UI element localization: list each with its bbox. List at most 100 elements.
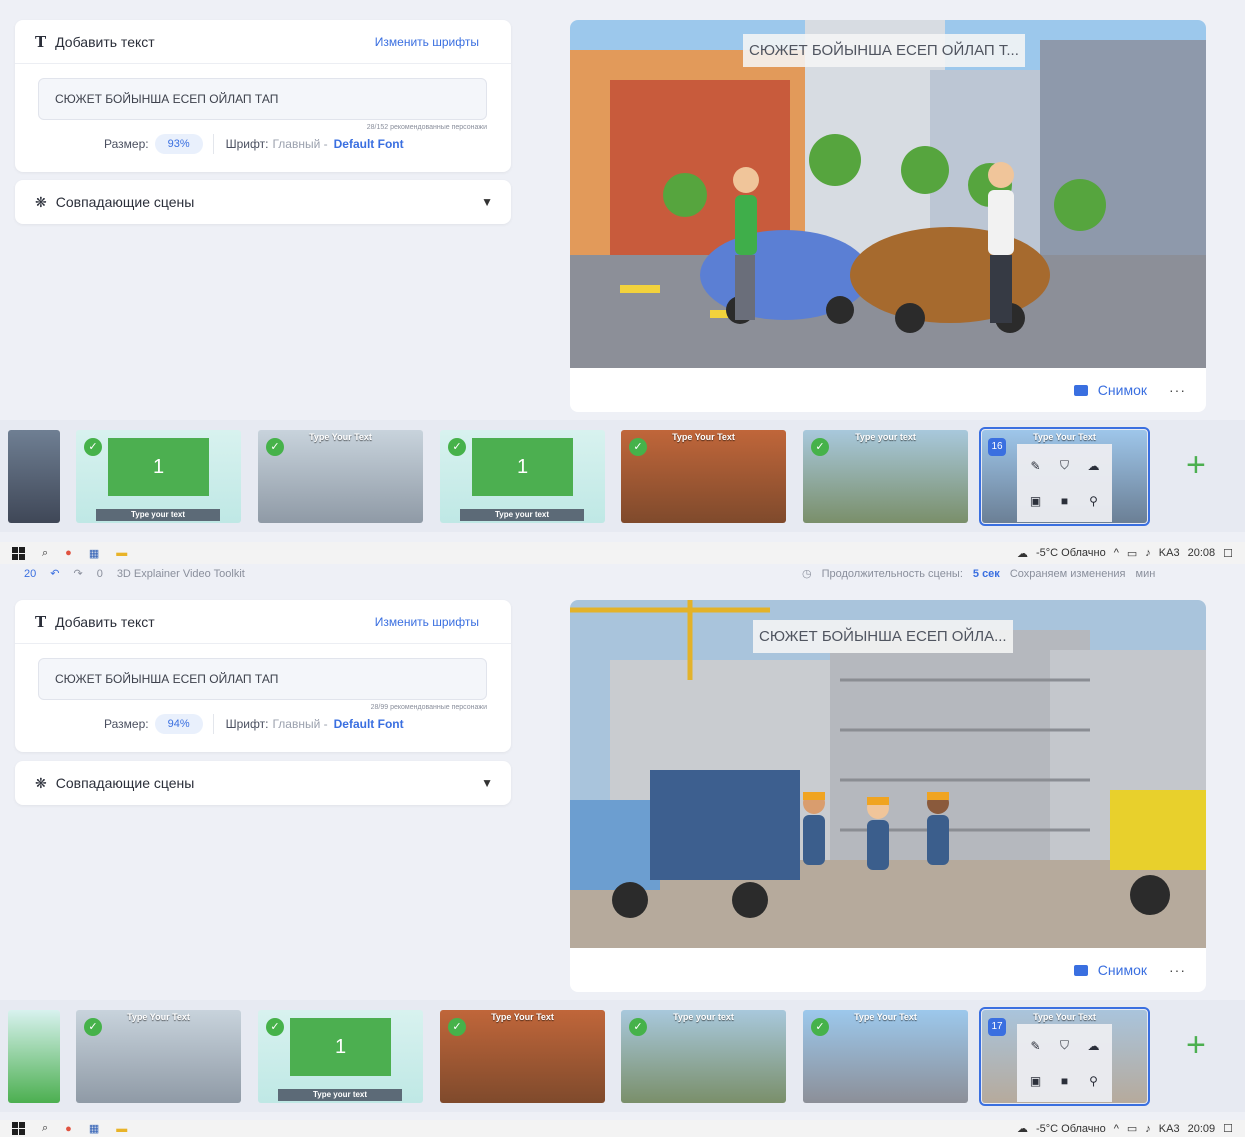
matching-scenes-toggle[interactable]: ❋ Совпадающие сцены ▼	[15, 761, 511, 805]
more-options-icon[interactable]: ···	[1169, 382, 1186, 398]
nvidia-icon[interactable]: ■	[1061, 1074, 1068, 1088]
folder-icon[interactable]: ▬	[116, 1123, 127, 1135]
scene-text-input[interactable]: СЮЖЕТ БОЙЫНША ЕСЕП ОЙЛАП ТАП	[38, 78, 487, 120]
search-icon[interactable]: ⌕	[42, 547, 48, 560]
chrome-icon[interactable]: ●	[65, 1123, 72, 1135]
more-options-icon[interactable]: ···	[1169, 962, 1186, 978]
size-value[interactable]: 94%	[154, 714, 203, 734]
scene-thumb-active[interactable]: Type Your Text 17 ✎ ⛉ ☁ ▣ ■ ⚲	[979, 1007, 1150, 1106]
scene-thumb[interactable]: Type Your Text ✓	[621, 430, 786, 523]
word-icon[interactable]: ▦	[89, 547, 99, 560]
matching-scenes-toggle[interactable]: ❋ Совпадающие сцены ▼	[15, 180, 511, 224]
clock-icon: ◷	[802, 568, 812, 580]
redo-icon[interactable]: ↷	[73, 567, 82, 580]
redo-count: 0	[96, 567, 103, 580]
cloud-icon[interactable]: ☁	[1088, 459, 1100, 473]
image-icon	[1073, 964, 1088, 976]
scene-timeline: 1 Type your text ✓ Type Your Text ✓ 1 Ty…	[0, 420, 1245, 532]
add-scene-button[interactable]: +	[1186, 1028, 1206, 1062]
scene-thumb[interactable]: Type your text ✓	[803, 430, 968, 523]
scene-thumb[interactable]: 1 Type your text ✓	[258, 1010, 423, 1103]
pen-icon[interactable]: ✎	[1030, 1039, 1040, 1053]
battery-icon[interactable]: ▭	[1127, 1122, 1137, 1135]
font-name-link[interactable]: Default Font	[334, 137, 404, 151]
scene-thumb[interactable]	[8, 1010, 60, 1103]
chevron-up-icon[interactable]: ^	[1114, 547, 1119, 559]
scene-thumb[interactable]: Type Your Text ✓	[76, 1010, 241, 1103]
minutes-label: мин	[1135, 567, 1156, 580]
lang-indicator[interactable]: KA3	[1159, 1123, 1180, 1135]
scene-text-overlay[interactable]: СЮЖЕТ БОЙЫНША ЕСЕП ОЙЛАП Т...	[743, 34, 1025, 67]
clock[interactable]: 20:09	[1188, 1123, 1216, 1135]
windows-taskbar: ⌕ ● ▦ ▬ ☁ -5°C Облачно ^ ▭ ♪ KA3 20:09 ☐	[0, 1120, 1245, 1137]
folder-icon[interactable]: ▬	[116, 547, 127, 559]
scene-number-badge: 16	[988, 438, 1006, 456]
char-count-hint: 28/152 рекомендованные персонажи	[366, 124, 487, 131]
text-icon: T	[35, 32, 47, 51]
battery-icon[interactable]: ▭	[1127, 547, 1137, 560]
weather-icon: ☁	[1016, 547, 1028, 560]
scene-timeline: Type Your Text ✓ 1 Type your text ✓ Type…	[0, 1000, 1245, 1112]
size-label: Размер:	[104, 137, 149, 151]
clock[interactable]: 20:08	[1188, 547, 1216, 559]
search-icon[interactable]: ⌕	[42, 1122, 48, 1135]
notifications-icon[interactable]: ☐	[1223, 547, 1233, 560]
add-scene-button[interactable]: +	[1186, 448, 1206, 482]
change-fonts-link[interactable]: Изменить шрифты	[375, 35, 479, 49]
notifications-icon[interactable]: ☐	[1223, 1122, 1233, 1135]
word-icon[interactable]: ▦	[89, 1122, 99, 1135]
scene-thumb[interactable]: 1 Type your text ✓	[440, 430, 605, 523]
pen-icon[interactable]: ✎	[1030, 459, 1040, 473]
undo-icon[interactable]: ↶	[50, 567, 59, 580]
network-icon[interactable]: ⚲	[1089, 494, 1098, 508]
scene-text-overlay[interactable]: СЮЖЕТ БОЙЫНША ЕСЕП ОЙЛА...	[753, 620, 1013, 653]
speaker-icon[interactable]: ♪	[1145, 547, 1151, 559]
snapshot-button[interactable]: Снимок	[1073, 962, 1147, 978]
scene-preview: СЮЖЕТ БОЙЫНША ЕСЕП ОЙЛАП Т... Снимок ···	[570, 20, 1206, 412]
check-icon: ✓	[84, 1018, 102, 1036]
change-fonts-link[interactable]: Изменить шрифты	[375, 615, 479, 629]
scene-thumb-active[interactable]: Type Your Text 16 ✎ ⛉ ☁ ▣ ■ ⚲	[979, 427, 1150, 526]
scene-thumb[interactable]: 1 Type your text ✓	[76, 430, 241, 523]
snapshot-label: Снимок	[1097, 962, 1147, 978]
scene-thumb[interactable]: Type Your Text ✓	[803, 1010, 968, 1103]
scene-thumb[interactable]: Type Your Text ✓	[258, 430, 423, 523]
undo-count: 20	[24, 567, 37, 580]
editor-pane-bottom: T Добавить текст Изменить шрифты СЮЖЕТ Б…	[0, 592, 1245, 1112]
duration-value[interactable]: 5 сек	[973, 568, 1000, 580]
saving-text: Сохраняем изменения	[1009, 567, 1126, 580]
font-name-link[interactable]: Default Font	[334, 717, 404, 731]
shield-icon[interactable]: ⛉	[1060, 1038, 1069, 1053]
device-icon[interactable]: ▣	[1030, 1074, 1041, 1088]
add-text-title: Добавить текст	[55, 613, 155, 630]
matching-scenes-label: Совпадающие сцены	[55, 775, 195, 791]
cloud-icon[interactable]: ☁	[1088, 1039, 1100, 1053]
scene-thumb[interactable]: Type Your Text ✓	[440, 1010, 605, 1103]
image-icon	[1073, 384, 1088, 396]
size-value[interactable]: 93%	[154, 134, 203, 154]
chevron-up-icon[interactable]: ^	[1114, 1123, 1119, 1135]
network-icon[interactable]: ⚲	[1089, 1074, 1098, 1088]
windows-start-icon[interactable]	[12, 546, 25, 560]
scene-thumb[interactable]: Type your text ✓	[621, 1010, 786, 1103]
system-tray-popup: ✎ ⛉ ☁ ▣ ■ ⚲	[1017, 444, 1112, 522]
system-tray-popup: ✎ ⛉ ☁ ▣ ■ ⚲	[1017, 1024, 1112, 1102]
check-icon: ✓	[448, 1018, 466, 1036]
matching-scenes-label: Совпадающие сцены	[55, 194, 195, 210]
lang-indicator[interactable]: KA3	[1159, 547, 1180, 559]
scenes-icon: ❋	[35, 774, 47, 791]
snapshot-button[interactable]: Снимок	[1073, 382, 1147, 398]
speaker-icon[interactable]: ♪	[1145, 1123, 1151, 1135]
nvidia-icon[interactable]: ■	[1061, 494, 1068, 508]
windows-start-icon[interactable]	[12, 1122, 25, 1135]
weather-icon: ☁	[1016, 1123, 1028, 1135]
weather-text[interactable]: -5°C Облачно	[1036, 547, 1106, 559]
scene-text-input[interactable]: СЮЖЕТ БОЙЫНША ЕСЕП ОЙЛАП ТАП	[38, 658, 487, 700]
chrome-icon[interactable]: ●	[65, 547, 72, 559]
weather-text[interactable]: -5°C Облачно	[1036, 1123, 1106, 1135]
scene-thumb[interactable]	[8, 430, 60, 523]
scenes-icon: ❋	[35, 193, 47, 210]
shield-icon[interactable]: ⛉	[1060, 458, 1069, 473]
device-icon[interactable]: ▣	[1030, 494, 1041, 508]
scene-preview: СЮЖЕТ БОЙЫНША ЕСЕП ОЙЛА... Снимок ···	[570, 600, 1206, 992]
